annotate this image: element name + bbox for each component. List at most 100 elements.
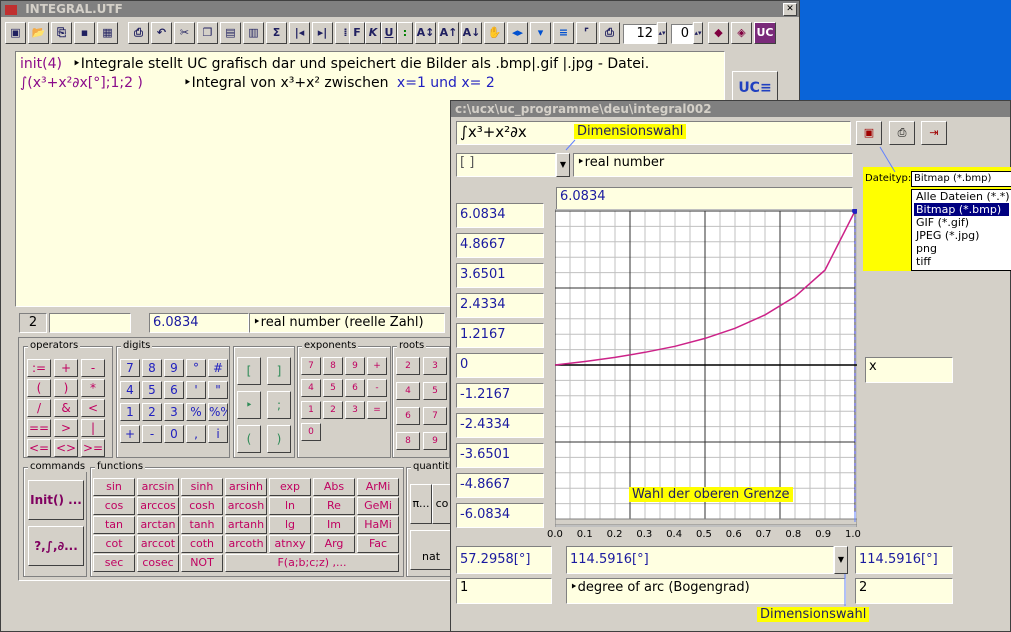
operator-key[interactable]: < [81, 399, 105, 417]
upper-bound-field[interactable]: 114.5916[°] [855, 546, 953, 574]
digit-key[interactable]: ' [186, 381, 206, 399]
root-key[interactable]: 6 [396, 407, 420, 425]
unit-dropdown-arrow[interactable]: ▼ [556, 153, 570, 177]
operator-key[interactable]: + [54, 359, 78, 377]
hand-icon[interactable]: ✋ [484, 22, 505, 44]
cut-icon[interactable]: ✂ [174, 22, 195, 44]
misc-key[interactable]: ] [267, 357, 291, 385]
underline-button[interactable]: U [381, 22, 397, 44]
function-key[interactable]: lg [269, 516, 311, 534]
upper-count-field[interactable]: 2 [855, 578, 953, 604]
digit-key[interactable]: 3 [164, 403, 184, 421]
operator-key[interactable]: & [54, 399, 78, 417]
function-key[interactable]: exp [269, 478, 311, 496]
digit-key[interactable]: , [186, 425, 206, 443]
function-key[interactable]: sin [93, 478, 135, 496]
font-size-input[interactable]: 12 [623, 24, 657, 44]
last-icon[interactable]: ▸| [312, 22, 333, 44]
digit-key[interactable]: % [186, 403, 206, 421]
root-key[interactable]: 9 [423, 432, 447, 450]
book-icon[interactable]: ◆ [708, 22, 729, 44]
function-key[interactable]: ln [269, 497, 311, 515]
misc-key[interactable]: ( [237, 425, 261, 453]
open-folder-icon[interactable]: 📂 [28, 22, 49, 44]
function-key[interactable]: cot [93, 535, 135, 553]
exponent-key[interactable]: - [367, 379, 387, 397]
exponent-key[interactable]: 7 [301, 357, 321, 375]
operator-key[interactable]: <> [54, 439, 78, 457]
function-key[interactable]: arccos [137, 497, 179, 515]
function-key[interactable]: arcoth [225, 535, 267, 553]
paste-icon[interactable]: ▤ [220, 22, 241, 44]
operator-key[interactable]: := [27, 359, 51, 377]
operator-key[interactable]: > [54, 419, 78, 437]
misc-key[interactable]: ) [267, 425, 291, 453]
filetype-option[interactable]: tiff [914, 255, 1009, 268]
operator-key[interactable]: ( [27, 379, 51, 397]
exponent-key[interactable]: 8 [323, 357, 343, 375]
exponent-key[interactable]: 3 [345, 401, 365, 419]
uc-logo-button[interactable]: UC [754, 22, 776, 44]
integral-command-button[interactable]: ?,∫,∂... [28, 526, 84, 566]
function-key[interactable]: arcosh [225, 497, 267, 515]
arrows-lr-icon[interactable]: ◂▸ [507, 22, 528, 44]
undo-icon[interactable]: ↶ [151, 22, 172, 44]
exponent-key[interactable]: 6 [345, 379, 365, 397]
align-icon[interactable]: ≡ [553, 22, 574, 44]
bold-button[interactable]: F [349, 22, 365, 44]
exponent-key[interactable]: 4 [301, 379, 321, 397]
copy-icon[interactable]: ❐ [197, 22, 218, 44]
font-grow-icon[interactable]: A↕ [415, 22, 436, 44]
colon-button[interactable]: : [397, 22, 413, 44]
operator-key[interactable]: == [27, 419, 51, 437]
digit-key[interactable]: 1 [120, 403, 140, 421]
font-size-spinner[interactable]: ▴▾ [657, 22, 667, 44]
digit-key[interactable]: 2 [142, 403, 162, 421]
run-icon[interactable]: ▣ [5, 22, 26, 44]
x-axis-field[interactable]: x [865, 357, 953, 383]
sum-icon[interactable]: Σ [266, 22, 287, 44]
function-key[interactable]: sec [93, 554, 135, 572]
print-graph-icon[interactable]: ⎙ [889, 121, 915, 145]
font-up-icon[interactable]: A↑ [438, 22, 459, 44]
function-key[interactable]: atnxy [269, 535, 311, 553]
operator-key[interactable]: * [81, 379, 105, 397]
function-key[interactable]: arsinh [225, 478, 267, 496]
misc-key[interactable]: [ [237, 357, 261, 385]
function-key[interactable]: sinh [181, 478, 223, 496]
lower-count-field[interactable]: 1 [456, 578, 552, 604]
frame-icon[interactable]: ⌜ [576, 22, 597, 44]
function-key[interactable]: NOT [181, 554, 223, 572]
function-key[interactable]: arctan [137, 516, 179, 534]
filetype-option[interactable]: png [914, 242, 1009, 255]
digit-key[interactable]: %‰ [208, 403, 228, 421]
unit-type-dropdown-arrow[interactable]: ▼ [834, 546, 848, 574]
function-key[interactable]: coth [181, 535, 223, 553]
filetype-option[interactable]: GIF (*.gif) [914, 216, 1009, 229]
digit-key[interactable]: 9 [164, 359, 184, 377]
digit-key[interactable]: 7 [120, 359, 140, 377]
digit-key[interactable]: 8 [142, 359, 162, 377]
function-key[interactable]: arcsin [137, 478, 179, 496]
function-key[interactable]: GeMi [357, 497, 399, 515]
operator-key[interactable]: | [81, 419, 105, 437]
function-key[interactable]: artanh [225, 516, 267, 534]
exponent-key[interactable]: 9 [345, 357, 365, 375]
function-key[interactable]: Abs [313, 478, 355, 496]
first-icon[interactable]: |◂ [289, 22, 310, 44]
function-key[interactable]: cos [93, 497, 135, 515]
operator-key[interactable]: <= [27, 439, 51, 457]
operator-key[interactable]: - [81, 359, 105, 377]
function-key[interactable]: cosh [181, 497, 223, 515]
save-all-icon[interactable]: ⎘ [51, 22, 72, 44]
root-key[interactable]: 8 [396, 432, 420, 450]
printer2-icon[interactable]: ⎙ [599, 22, 620, 44]
plot-area[interactable] [554, 208, 858, 528]
mid-bound-field[interactable]: 114.5916[°] [566, 546, 834, 574]
digit-key[interactable]: " [208, 381, 228, 399]
function-key[interactable]: F(a;b;c;z) ,... [225, 554, 399, 572]
save-icon[interactable]: ▪ [74, 22, 95, 44]
filetype-option[interactable]: Alle Dateien (*.*) [914, 190, 1010, 203]
filetype-option[interactable]: Bitmap (*.bmp) [914, 203, 1009, 216]
digit-key[interactable]: 5 [142, 381, 162, 399]
